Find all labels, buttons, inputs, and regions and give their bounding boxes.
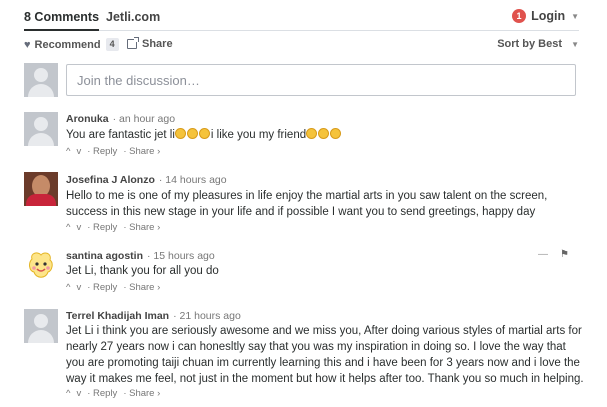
share-link[interactable]: · Share › xyxy=(123,222,160,233)
comment-body: Jet Li i think you are seriously awesome… xyxy=(66,325,584,385)
grinning-emoji-icon xyxy=(318,128,330,139)
downvote-button[interactable]: v xyxy=(76,388,81,399)
avatar xyxy=(24,172,58,206)
comment-actions: ^ v · Reply · Share › xyxy=(66,146,166,157)
upvote-button[interactable]: ^ xyxy=(66,222,70,233)
comment-body: Jet Li, thank you for all you do xyxy=(66,265,219,277)
heart-icon: ♥ xyxy=(24,38,31,51)
comment-time[interactable]: · 21 hours ago xyxy=(173,310,241,322)
share-link[interactable]: · Share › xyxy=(123,282,160,293)
reply-button[interactable]: · Reply xyxy=(87,222,117,233)
share-link[interactable]: · Share › xyxy=(123,388,160,399)
author-name: Josefina J Alonzo xyxy=(66,174,155,186)
tab-comments[interactable]: 8 Comments xyxy=(24,10,100,31)
recommend-count: 4 xyxy=(105,38,119,51)
comment-time[interactable]: · 15 hours ago xyxy=(147,250,215,262)
login-label: Login xyxy=(531,9,566,23)
comment-author[interactable]: Aronuka · an hour ago xyxy=(66,113,175,125)
author-name: Aronuka xyxy=(66,113,109,125)
comment-body: Hello to me is one of my pleasures in li… xyxy=(66,190,548,218)
sort-dropdown[interactable]: Sort by Best ▼ xyxy=(497,38,579,50)
login-button[interactable]: 1 Login ▼ xyxy=(512,9,579,23)
cartoon-face-icon xyxy=(29,252,53,278)
downvote-button[interactable]: v xyxy=(76,282,81,293)
reply-button[interactable]: · Reply xyxy=(87,388,117,399)
discussion-toolbar: ♥ Recommend 4 Share Sort by Best ▼ xyxy=(24,37,579,54)
comment-text: You are fantastic jet li xyxy=(66,129,175,141)
comment-author[interactable]: Terrel Khadijah Iman · 21 hours ago xyxy=(66,310,241,322)
upvote-button[interactable]: ^ xyxy=(66,388,70,399)
collapse-icon[interactable]: — xyxy=(538,249,548,260)
top-bar: 8 Comments Jetli.com 1 Login ▼ xyxy=(24,0,579,31)
downvote-button[interactable]: v xyxy=(76,146,81,157)
flag-icon[interactable]: ⚑ xyxy=(560,249,569,260)
comment-time[interactable]: · 14 hours ago xyxy=(159,174,227,186)
grinning-emoji-icon xyxy=(174,128,186,139)
user-avatar xyxy=(24,63,58,97)
comment-text: i like you my friend xyxy=(210,129,307,141)
reply-button[interactable]: · Reply xyxy=(87,146,117,157)
author-name: santina agostin xyxy=(66,250,144,262)
comment-tools: — ⚑ xyxy=(538,249,569,260)
chevron-down-icon: ▼ xyxy=(571,40,579,49)
sort-label: Sort by Best xyxy=(497,38,563,50)
reply-input[interactable]: Join the discussion… xyxy=(66,64,576,96)
grinning-emoji-icon xyxy=(198,128,210,139)
share-label: Share xyxy=(142,38,173,50)
downvote-button[interactable]: v xyxy=(76,222,81,233)
comment-actions: ^ v · Reply · Share › xyxy=(66,222,166,233)
upvote-button[interactable]: ^ xyxy=(66,282,70,293)
chevron-down-icon: ▼ xyxy=(571,11,579,21)
share-button[interactable]: Share xyxy=(127,37,173,50)
recommend-label: Recommend xyxy=(34,38,101,51)
avatar xyxy=(24,309,58,343)
comment-author[interactable]: Josefina J Alonzo · 14 hours ago xyxy=(66,174,227,186)
comment-author[interactable]: santina agostin · 15 hours ago xyxy=(66,250,215,262)
comment-actions: ^ v · Reply · Share › xyxy=(66,282,166,293)
grinning-emoji-icon xyxy=(306,128,318,139)
notification-badge: 1 xyxy=(512,9,527,23)
recommend-button[interactable]: ♥ Recommend 4 xyxy=(24,38,119,51)
comment-actions: ^ v · Reply · Share › xyxy=(66,388,166,399)
upvote-button[interactable]: ^ xyxy=(66,146,70,157)
grinning-emoji-icon xyxy=(186,128,198,139)
avatar xyxy=(24,112,58,146)
author-name: Terrel Khadijah Iman xyxy=(66,310,170,322)
share-link[interactable]: · Share › xyxy=(123,146,160,157)
reply-button[interactable]: · Reply xyxy=(87,282,117,293)
grinning-emoji-icon xyxy=(330,128,342,139)
avatar xyxy=(24,249,58,283)
comment-body: You are fantastic jet li i like you my fr… xyxy=(66,127,586,143)
share-icon xyxy=(127,37,139,49)
tab-site[interactable]: Jetli.com xyxy=(106,10,160,24)
comment-time[interactable]: · an hour ago xyxy=(113,113,175,125)
